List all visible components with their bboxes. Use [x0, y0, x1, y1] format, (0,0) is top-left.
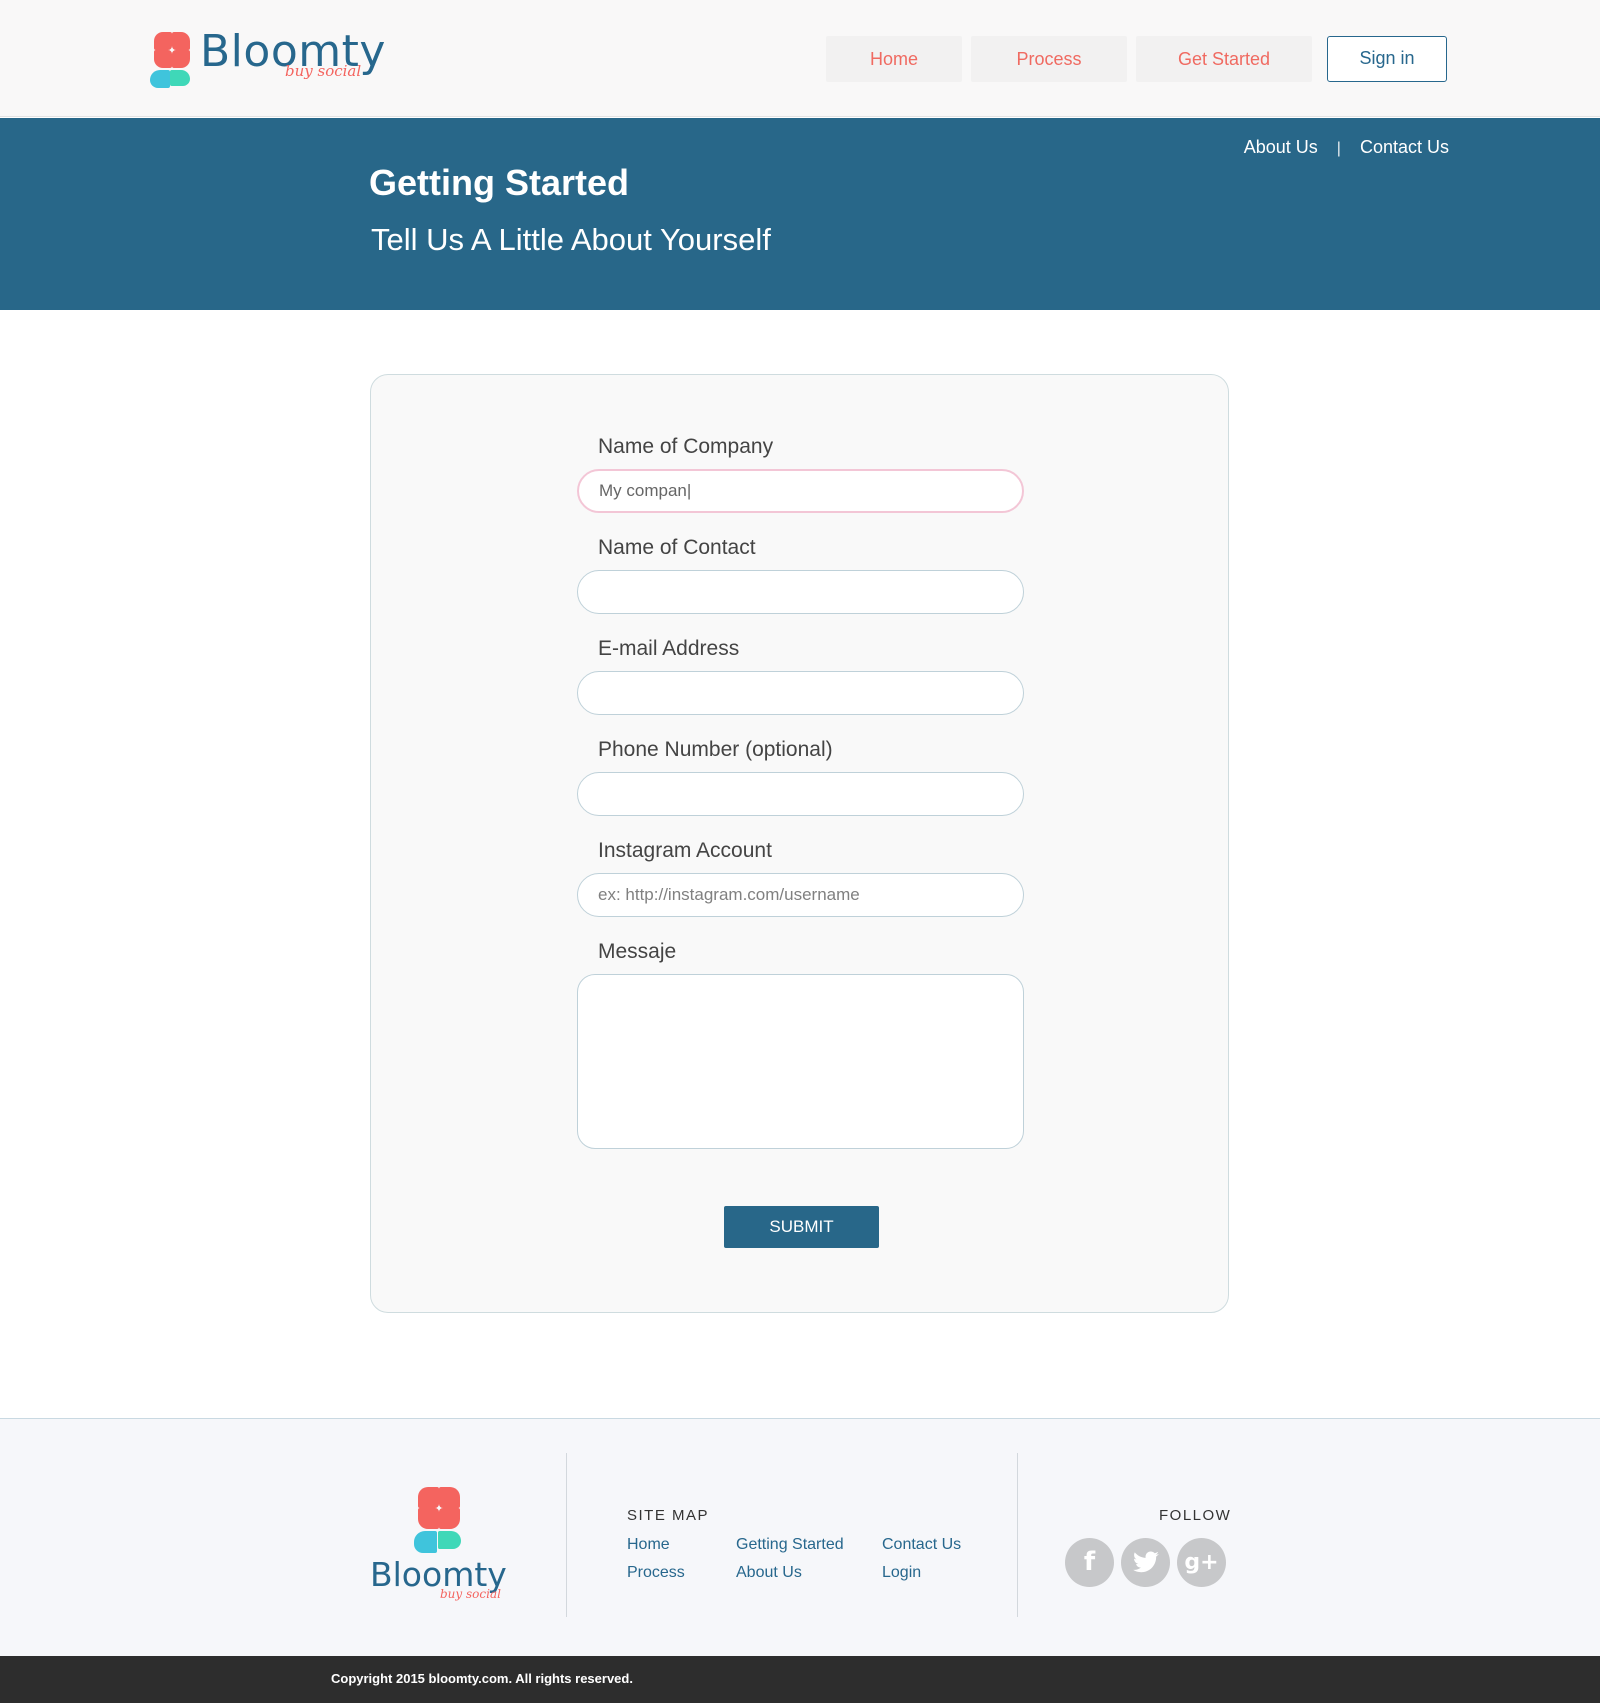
- google-plus-icon[interactable]: g+: [1177, 1538, 1226, 1587]
- sitemap-link-login[interactable]: Login: [882, 1564, 921, 1582]
- instagram-input[interactable]: ex: http://instagram.com/username: [577, 873, 1024, 917]
- about-us-link[interactable]: About Us: [1244, 137, 1318, 158]
- submit-button[interactable]: SUBMIT: [724, 1206, 879, 1248]
- company-input-value: My compan|: [599, 481, 692, 500]
- copyright-text: Copyright 2015 bloomty.com. All rights r…: [331, 1671, 633, 1686]
- contact-us-link[interactable]: Contact Us: [1360, 137, 1449, 158]
- flower-logo-icon: [150, 32, 190, 88]
- contact-name-input[interactable]: [577, 570, 1024, 614]
- contact-label: Name of Contact: [598, 536, 756, 559]
- sitemap-heading: SITE MAP: [627, 1507, 710, 1524]
- phone-input[interactable]: [577, 772, 1024, 816]
- site-footer: Bloomty buy social SITE MAP Home Process…: [0, 1418, 1600, 1656]
- twitter-icon[interactable]: [1121, 1538, 1170, 1587]
- nav-home-button[interactable]: Home: [826, 36, 962, 82]
- company-name-input[interactable]: My compan|: [577, 469, 1024, 513]
- nav-process-button[interactable]: Process: [971, 36, 1127, 82]
- copyright-bar: Copyright 2015 bloomty.com. All rights r…: [0, 1656, 1600, 1703]
- footer-logo-tagline: buy social: [440, 1587, 501, 1601]
- sign-in-button[interactable]: Sign in: [1327, 36, 1447, 82]
- sitemap-link-home[interactable]: Home: [627, 1536, 670, 1554]
- sitemap-link-contact-us[interactable]: Contact Us: [882, 1536, 961, 1554]
- top-navbar: Bloomty buy social Home Process Get Star…: [0, 0, 1600, 117]
- link-separator: |: [1336, 140, 1341, 157]
- footer-divider: [566, 1453, 567, 1617]
- sitemap-link-about-us[interactable]: About Us: [736, 1564, 802, 1582]
- footer-logo[interactable]: Bloomty buy social: [370, 1487, 520, 1617]
- follow-heading: FOLLOW: [1159, 1507, 1232, 1524]
- signup-form-card: Name of Company My compan| Name of Conta…: [370, 374, 1229, 1313]
- instagram-label: Instagram Account: [598, 839, 772, 862]
- message-label: Messaje: [598, 940, 677, 963]
- sitemap-link-getting-started[interactable]: Getting Started: [736, 1536, 844, 1554]
- instagram-placeholder: ex: http://instagram.com/username: [598, 885, 860, 904]
- twitter-bird-glyph: [1132, 1551, 1159, 1573]
- site-logo[interactable]: Bloomty buy social: [150, 26, 390, 88]
- page-subtitle: Tell Us A Little About Yourself: [371, 222, 771, 257]
- footer-divider: [1017, 1453, 1018, 1617]
- page-banner: About Us | Contact Us Getting Started Te…: [0, 118, 1600, 310]
- message-textarea[interactable]: [577, 974, 1024, 1149]
- company-label: Name of Company: [598, 435, 774, 458]
- facebook-icon[interactable]: f: [1065, 1538, 1114, 1587]
- email-input[interactable]: [577, 671, 1024, 715]
- sitemap-link-process[interactable]: Process: [627, 1564, 685, 1582]
- banner-links: About Us | Contact Us: [1244, 137, 1449, 158]
- email-label: E-mail Address: [598, 637, 740, 660]
- phone-label: Phone Number (optional): [598, 738, 833, 761]
- nav-get-started-button[interactable]: Get Started: [1136, 36, 1312, 82]
- logo-tagline: buy social: [285, 62, 362, 80]
- flower-logo-icon: [414, 1487, 461, 1553]
- page-title: Getting Started: [369, 162, 630, 203]
